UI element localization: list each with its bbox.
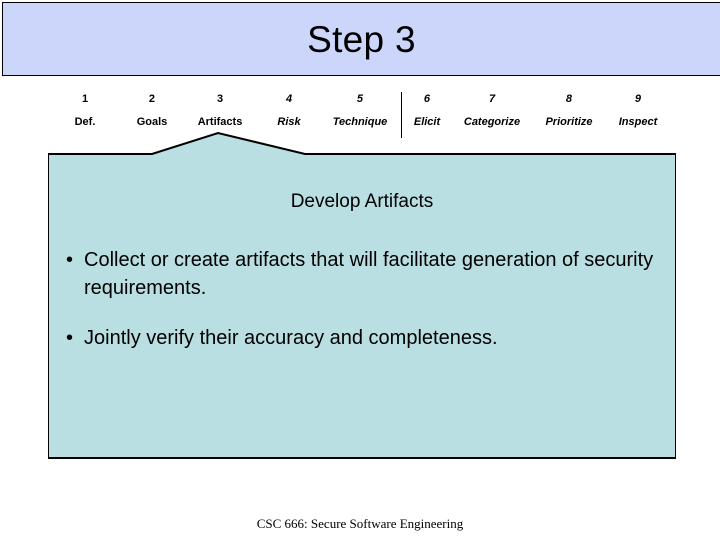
step-number: 1 (81, 93, 89, 105)
step-label: Artifacts (197, 116, 243, 128)
list-item: • Collect or create artifacts that will … (66, 246, 666, 302)
step-label: Categorize (463, 116, 521, 128)
bullet-icon: • (66, 327, 74, 349)
step-number: 8 (565, 93, 573, 105)
step-label: Goals (136, 116, 168, 128)
callout-heading: Develop Artifacts (290, 191, 434, 212)
step-item-4[interactable]: 4 Risk (277, 92, 300, 130)
step-number: 9 (634, 93, 642, 105)
step-item-1[interactable]: 1 Def. (75, 92, 96, 130)
step-label: Elicit (413, 116, 441, 128)
step-item-9[interactable]: 9 Inspect (619, 92, 658, 130)
step-label: Risk (277, 116, 301, 128)
bullet-icon: • (66, 249, 74, 271)
slide-footer: CSC 666: Secure Software Engineering (256, 516, 464, 531)
callout-body: Develop Artifacts • Collect or create ar… (48, 154, 676, 459)
callout-panel: Develop Artifacts • Collect or create ar… (48, 131, 676, 459)
slide-title-banner: Step 3 (2, 2, 720, 76)
step-item-6[interactable]: 6 Elicit (414, 92, 440, 130)
step-label: Inspect (618, 116, 658, 128)
step-label: Technique (332, 116, 388, 128)
step-item-7[interactable]: 7 Categorize (464, 92, 520, 130)
step-number: 4 (285, 93, 293, 105)
step-label: Prioritize (545, 116, 593, 128)
step-number: 2 (148, 93, 156, 105)
step-item-2[interactable]: 2 Goals (137, 92, 168, 130)
list-item-text: Jointly verify their accuracy and comple… (84, 327, 498, 349)
step-item-3[interactable]: 3 Artifacts (198, 92, 243, 130)
step-item-5[interactable]: 5 Technique (333, 92, 388, 130)
step-number: 7 (488, 93, 496, 105)
list-item-text: Collect or create artifacts that will fa… (84, 249, 654, 299)
step-label: Def. (74, 116, 96, 128)
page-title: Step 3 (307, 18, 416, 60)
step-item-8[interactable]: 8 Prioritize (545, 92, 592, 130)
step-number: 5 (356, 93, 364, 105)
list-item: • Jointly verify their accuracy and comp… (66, 324, 666, 352)
step-number: 3 (216, 93, 224, 105)
step-number: 6 (423, 93, 431, 105)
